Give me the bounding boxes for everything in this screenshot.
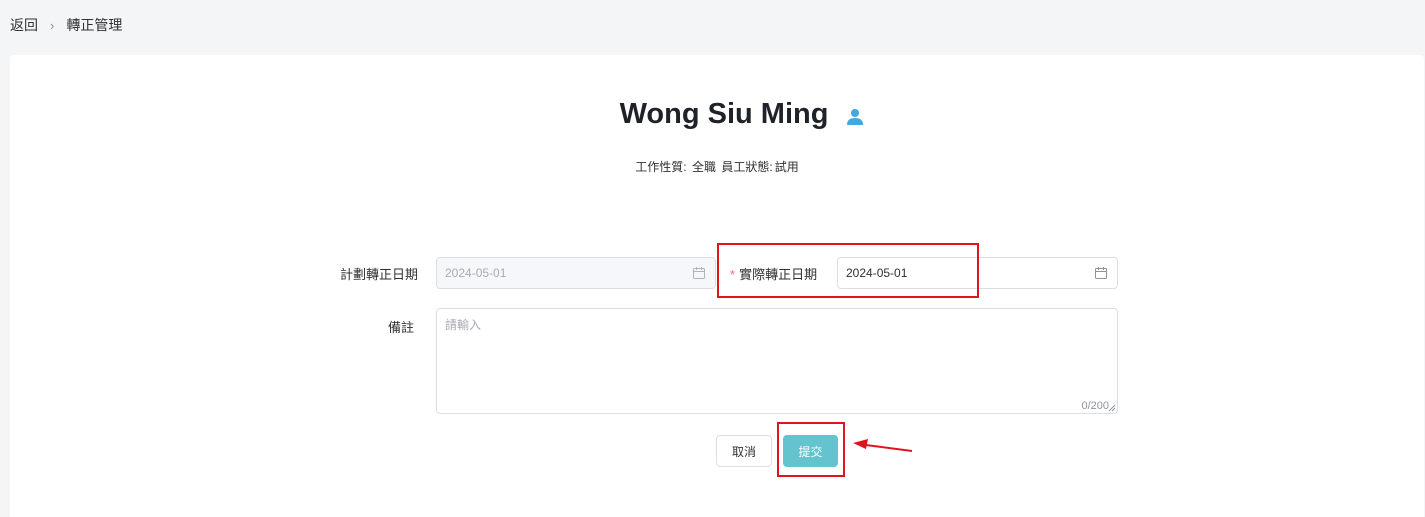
breadcrumb: 返回 › 轉正管理 (10, 15, 122, 35)
remark-textarea[interactable]: 請輸入 0/200 (436, 308, 1118, 414)
actual-date-label-group: * 實際轉正日期 (730, 264, 817, 283)
cancel-button[interactable]: 取消 (716, 435, 772, 467)
submit-button[interactable]: 提交 (783, 435, 838, 467)
breadcrumb-back-link[interactable]: 返回 (10, 15, 38, 35)
planned-date-label: 計劃轉正日期 (340, 267, 419, 282)
required-asterisk: * (730, 267, 736, 282)
work-nature-label: 工作性質: (635, 160, 687, 174)
remark-counter: 0/200 (1081, 400, 1109, 412)
remark-placeholder: 請輸入 (445, 318, 482, 332)
breadcrumb-separator: › (50, 17, 55, 33)
employee-header: Wong Siu Ming (10, 98, 1424, 131)
calendar-icon (693, 267, 705, 279)
arrow-annotation (853, 439, 913, 452)
employee-info: 工作性質: 全職 員工狀態: 試用 (10, 158, 1424, 175)
planned-date-value: 2024-05-01 (445, 266, 507, 280)
status-value: 試用 (774, 160, 799, 174)
work-nature-value: 全職 (691, 160, 716, 174)
form-card: Wong Siu Ming 工作性質: 全職 員工狀態: 試用 計劃轉正日期 20… (10, 55, 1424, 517)
breadcrumb-current: 轉正管理 (66, 17, 123, 33)
employee-name: Wong Siu Ming (619, 98, 829, 130)
person-icon (847, 108, 864, 125)
status-label: 員工狀態: (721, 160, 773, 174)
calendar-icon[interactable] (1094, 266, 1108, 280)
remark-label: 備註 (388, 320, 415, 335)
resize-handle-icon[interactable] (1108, 404, 1116, 412)
planned-date-input: 2024-05-01 (436, 257, 716, 289)
actual-date-label: 實際轉正日期 (739, 267, 818, 282)
actual-date-input[interactable]: 2024-05-01 (837, 257, 1118, 289)
actual-date-value: 2024-05-01 (846, 266, 908, 280)
